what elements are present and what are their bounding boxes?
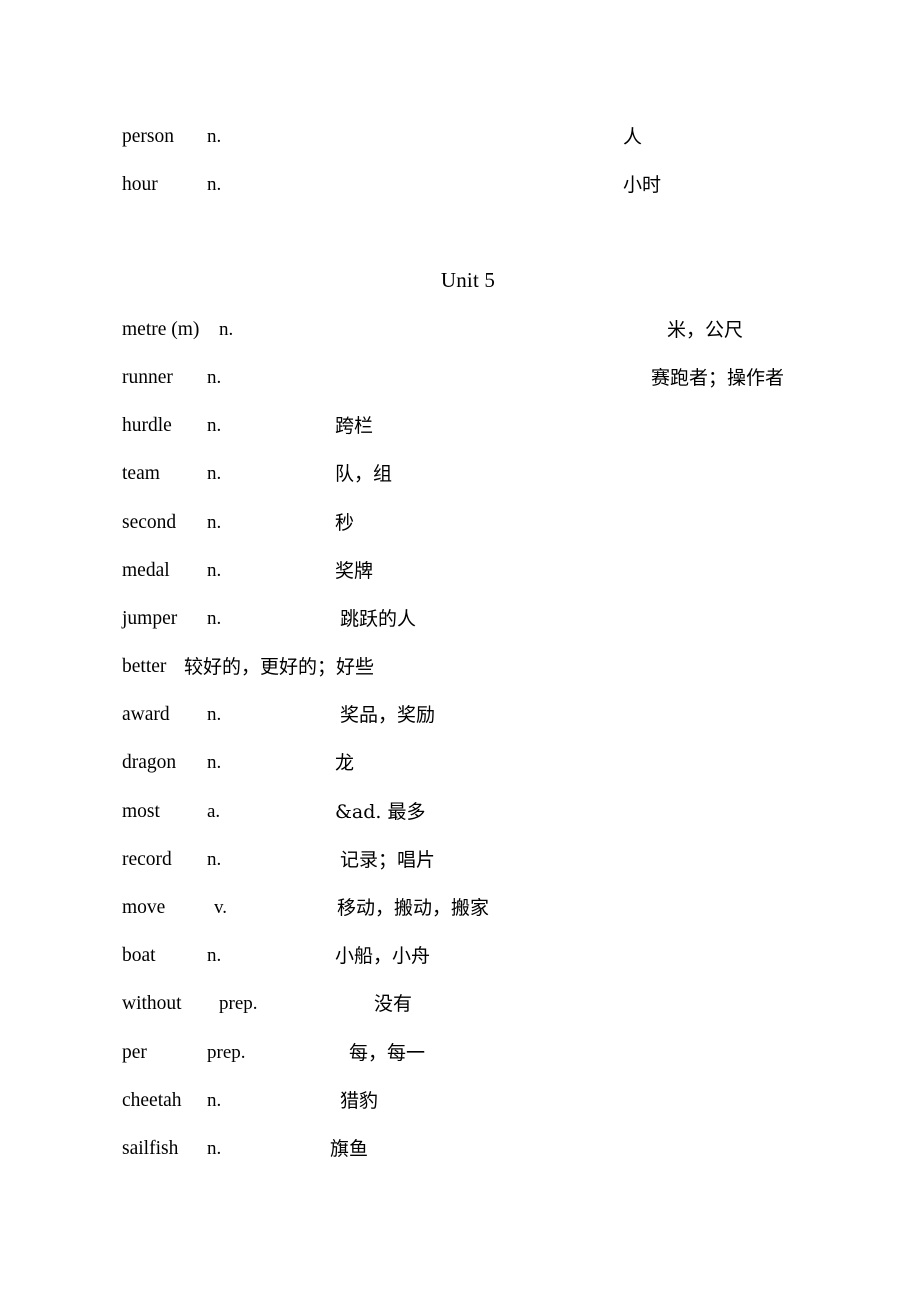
entry-word: cheetah (122, 1090, 182, 1111)
entry-definition: 跨栏 (335, 415, 374, 437)
unit-heading-text: Unit 5 (440, 268, 496, 292)
entry-definition: 没有 (374, 993, 413, 1015)
vocabulary-entry: better 较好的，更好的；好些 (122, 652, 912, 682)
entry-definition: 队，组 (335, 463, 393, 485)
entry-definition: 移动，搬动，搬家 (337, 897, 490, 919)
vocabulary-entry: per prep. 每，每一 (122, 1038, 912, 1068)
entry-part-of-speech: n. (207, 126, 222, 147)
entry-word: second (122, 512, 177, 533)
entry-word: dragon (122, 752, 177, 773)
entry-part-of-speech: n. (219, 319, 234, 340)
entry-definition: 奖品，奖励 (340, 704, 436, 726)
entry-definition: 赛跑者；操作者 (651, 367, 785, 389)
vocabulary-entry: runner n. 赛跑者；操作者 (122, 363, 912, 393)
entry-part-of-speech: v. (214, 897, 228, 918)
entry-word: sailfish (122, 1138, 179, 1159)
entry-definition: 较好的，更好的；好些 (184, 656, 375, 678)
vocabulary-entry: second n. 秒 (122, 508, 912, 538)
entry-part-of-speech: n. (207, 463, 222, 484)
entry-word: most (122, 801, 160, 822)
vocabulary-entry: person n. 人 (122, 122, 912, 152)
entry-word: boat (122, 945, 156, 966)
entry-part-of-speech: n. (207, 1138, 222, 1159)
entry-definition: 奖牌 (335, 560, 374, 582)
entry-definition: 跳跃的人 (340, 608, 417, 630)
entry-part-of-speech: n. (207, 608, 222, 629)
entry-word: person (122, 126, 174, 147)
entry-word: metre (m) (122, 319, 200, 340)
entry-part-of-speech: prep. (219, 993, 258, 1014)
vocabulary-entry: boat n. 小船，小舟 (122, 941, 912, 971)
entry-word: without (122, 993, 182, 1014)
entry-part-of-speech: n. (207, 945, 222, 966)
entry-word: award (122, 704, 170, 725)
entry-part-of-speech: n. (207, 849, 222, 870)
entry-word: per (122, 1042, 147, 1063)
entry-part-of-speech: n. (207, 560, 222, 581)
vocabulary-entry: cheetah n. 猎豹 (122, 1086, 912, 1116)
entry-word: medal (122, 560, 170, 581)
entry-word: record (122, 849, 172, 870)
unit-heading: Unit 5 (0, 266, 920, 294)
entry-definition: 旗鱼 (330, 1138, 369, 1160)
vocabulary-entry: dragon n. 龙 (122, 748, 912, 778)
entry-definition: &ad. 最多 (335, 801, 426, 823)
entry-part-of-speech: a. (207, 801, 221, 822)
entry-word: move (122, 897, 166, 918)
entry-part-of-speech: n. (207, 415, 222, 436)
document-page: person n. 人 hour n. 小时 Unit 5 metre (m) n. 米，公尺… (0, 0, 920, 1302)
vocabulary-entry: metre (m) n. 米，公尺 (122, 315, 912, 345)
vocabulary-entry: without prep. 没有 (122, 989, 912, 1019)
entry-word: jumper (122, 608, 178, 629)
vocabulary-entry: team n. 队，组 (122, 459, 912, 489)
vocabulary-entry: medal n. 奖牌 (122, 556, 912, 586)
entry-part-of-speech: n. (207, 512, 222, 533)
entry-definition: 小船，小舟 (335, 945, 431, 967)
entry-definition: 小时 (623, 174, 662, 196)
vocabulary-entry: hurdle n. 跨栏 (122, 411, 912, 441)
entry-part-of-speech: prep. (207, 1042, 246, 1063)
entry-part-of-speech: n. (207, 174, 222, 195)
vocabulary-entry: record n. 记录；唱片 (122, 845, 912, 875)
vocabulary-entry: most a. &ad. 最多 (122, 797, 912, 827)
entry-part-of-speech: n. (207, 752, 222, 773)
vocabulary-entry: jumper n. 跳跃的人 (122, 604, 912, 634)
entry-word: hour (122, 174, 158, 195)
entry-definition: 记录；唱片 (340, 849, 436, 871)
entry-word: hurdle (122, 415, 172, 436)
entry-word: runner (122, 367, 173, 388)
vocabulary-entry: award n. 奖品，奖励 (122, 700, 912, 730)
entry-word: better (122, 656, 167, 677)
entry-definition: 龙 (335, 752, 355, 774)
entry-part-of-speech: n. (207, 704, 222, 725)
entry-definition: 每，每一 (349, 1042, 426, 1064)
entry-definition: 秒 (335, 512, 355, 534)
entry-definition: 人 (623, 126, 643, 148)
entry-definition: 猎豹 (340, 1090, 379, 1112)
vocabulary-entry: hour n. 小时 (122, 170, 912, 200)
entry-word: team (122, 463, 160, 484)
entry-definition: 米，公尺 (667, 319, 744, 341)
vocabulary-entry: move v. 移动，搬动，搬家 (122, 893, 912, 923)
entry-part-of-speech: n. (207, 367, 222, 388)
vocabulary-entry: sailfish n. 旗鱼 (122, 1134, 912, 1164)
entry-part-of-speech: n. (207, 1090, 222, 1111)
